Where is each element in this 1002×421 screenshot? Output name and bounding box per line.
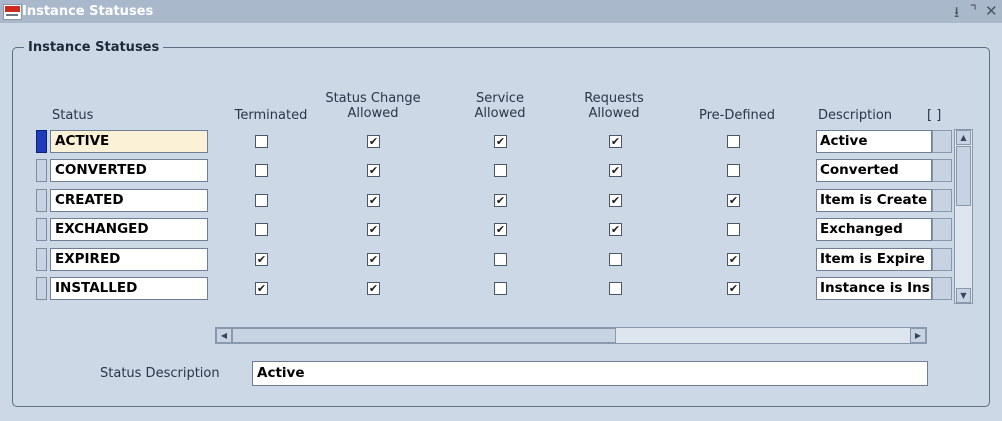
flexfield-button[interactable]	[932, 248, 952, 271]
description-cell[interactable]: Active	[816, 130, 932, 153]
header-service-line1: Service	[475, 91, 525, 106]
status-description-label: Status Description	[100, 366, 220, 381]
row-indicator[interactable]	[36, 218, 47, 241]
requests-checkbox[interactable]: ✔	[609, 223, 622, 236]
description-cell[interactable]: Converted	[816, 159, 932, 182]
header-service: Service Allowed	[460, 91, 540, 121]
window-title: Instance Statuses	[22, 4, 154, 19]
terminated-checkbox[interactable]	[255, 164, 268, 177]
flexfield-button[interactable]	[932, 189, 952, 212]
status-cell[interactable]: CREATED	[50, 189, 208, 212]
description-cell[interactable]: Exchanged	[816, 218, 932, 241]
status-change-checkbox[interactable]: ✔	[367, 194, 380, 207]
header-brackets: [ ]	[927, 108, 942, 123]
status-cell[interactable]: EXCHANGED	[50, 218, 208, 241]
requests-checkbox[interactable]	[609, 253, 622, 266]
status-change-checkbox[interactable]: ✔	[367, 223, 380, 236]
predefined-checkbox[interactable]	[727, 135, 740, 148]
status-change-checkbox[interactable]: ✔	[367, 253, 380, 266]
header-predefined: Pre-Defined	[698, 108, 776, 123]
service-checkbox[interactable]: ✔	[494, 223, 507, 236]
header-requests: Requests Allowed	[574, 91, 654, 121]
maximize-icon[interactable]: ⌝	[970, 2, 977, 20]
status-description-field[interactable]: Active	[252, 361, 928, 386]
flexfield-button[interactable]	[932, 159, 952, 182]
row-indicator[interactable]	[36, 159, 47, 182]
requests-checkbox[interactable]: ✔	[609, 194, 622, 207]
scroll-up-icon[interactable]: ▲	[956, 130, 971, 145]
flexfield-button[interactable]	[932, 277, 952, 300]
header-requests-line1: Requests	[584, 91, 644, 106]
description-cell[interactable]: Item is Expire	[816, 248, 932, 271]
terminated-checkbox[interactable]	[255, 135, 268, 148]
service-checkbox[interactable]	[494, 253, 507, 266]
status-change-checkbox[interactable]: ✔	[367, 164, 380, 177]
row-indicator[interactable]	[36, 277, 47, 300]
oracle-logo-icon	[3, 4, 22, 20]
header-status: Status	[52, 108, 94, 123]
horizontal-scroll-thumb[interactable]	[232, 328, 616, 343]
predefined-checkbox[interactable]	[727, 164, 740, 177]
scroll-left-icon[interactable]: ◀	[216, 328, 232, 343]
row-indicator[interactable]	[36, 189, 47, 212]
header-description: Description	[818, 108, 893, 123]
status-cell[interactable]: ACTIVE	[50, 130, 208, 153]
status-cell[interactable]: CONVERTED	[50, 159, 208, 182]
service-checkbox[interactable]	[494, 164, 507, 177]
service-checkbox[interactable]	[494, 282, 507, 295]
description-cell[interactable]: Item is Create	[816, 189, 932, 212]
scroll-right-icon[interactable]: ▶	[910, 328, 926, 343]
status-change-checkbox[interactable]: ✔	[367, 282, 380, 295]
terminated-checkbox[interactable]: ✔	[255, 282, 268, 295]
terminated-checkbox[interactable]: ✔	[255, 253, 268, 266]
predefined-checkbox[interactable]: ✔	[727, 282, 740, 295]
predefined-checkbox[interactable]: ✔	[727, 253, 740, 266]
service-checkbox[interactable]: ✔	[494, 194, 507, 207]
vertical-scroll-thumb[interactable]	[956, 146, 971, 206]
header-status-change-line1: Status Change	[325, 91, 421, 106]
row-indicator[interactable]	[36, 248, 47, 271]
horizontal-scrollbar[interactable]: ◀ ▶	[215, 327, 927, 344]
status-cell[interactable]: INSTALLED	[50, 277, 208, 300]
header-terminated: Terminated	[234, 108, 308, 123]
frame-title: Instance Statuses	[24, 40, 164, 55]
row-indicator[interactable]	[36, 130, 47, 153]
predefined-checkbox[interactable]: ✔	[727, 194, 740, 207]
description-cell[interactable]: Instance is Ins	[816, 277, 932, 300]
header-status-change-line2: Allowed	[347, 106, 399, 121]
requests-checkbox[interactable]: ✔	[609, 135, 622, 148]
flexfield-button[interactable]	[932, 218, 952, 241]
terminated-checkbox[interactable]	[255, 223, 268, 236]
scroll-down-icon[interactable]: ▼	[956, 288, 971, 303]
requests-checkbox[interactable]: ✔	[609, 164, 622, 177]
status-change-checkbox[interactable]: ✔	[367, 135, 380, 148]
window-titlebar: Instance Statuses ⭳ ⌝ ✕	[0, 0, 1002, 23]
vertical-scrollbar[interactable]: ▲ ▼	[954, 129, 973, 304]
header-requests-line2: Allowed	[588, 106, 640, 121]
status-cell[interactable]: EXPIRED	[50, 248, 208, 271]
close-icon[interactable]: ✕	[985, 2, 998, 20]
predefined-checkbox[interactable]	[727, 223, 740, 236]
header-service-line2: Allowed	[474, 106, 526, 121]
terminated-checkbox[interactable]	[255, 194, 268, 207]
service-checkbox[interactable]: ✔	[494, 135, 507, 148]
header-status-change: Status Change Allowed	[325, 91, 421, 121]
flexfield-button[interactable]	[932, 130, 952, 153]
requests-checkbox[interactable]	[609, 282, 622, 295]
